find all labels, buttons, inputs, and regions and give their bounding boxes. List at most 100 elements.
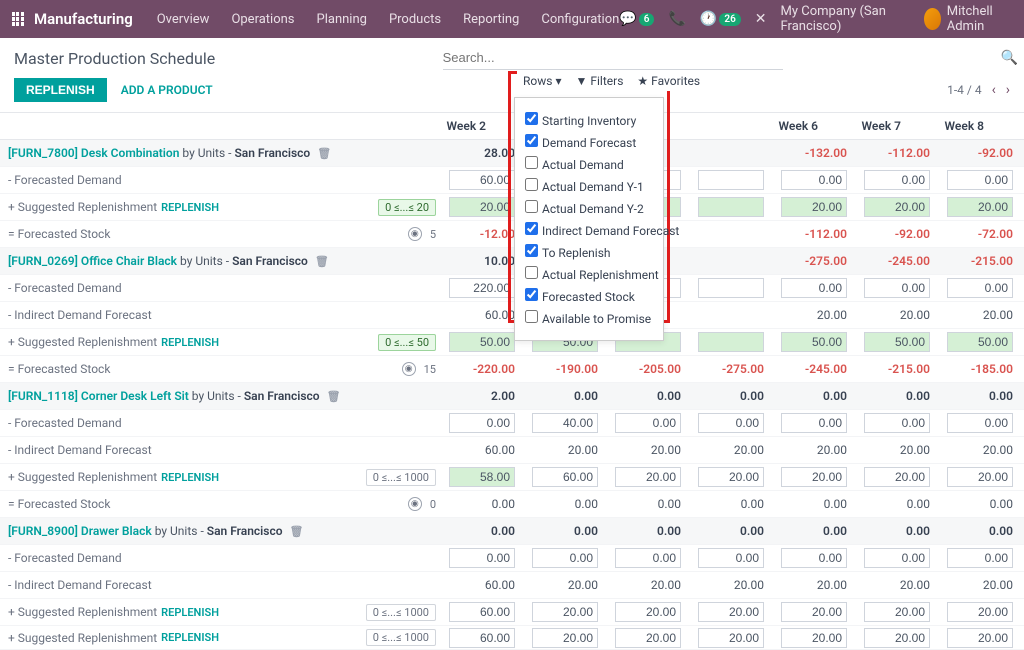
cell-input[interactable] (449, 197, 515, 217)
dropdown-row-option[interactable]: Actual Demand (525, 156, 653, 172)
cell-input[interactable] (947, 467, 1013, 487)
product-link[interactable]: [FURN_0269] Office Chair Black (8, 254, 177, 268)
trash-icon[interactable]: 🗑 (290, 525, 304, 538)
cell-input[interactable] (864, 467, 930, 487)
product-link[interactable]: [FURN_8900] Drawer Black (8, 524, 152, 538)
nav-configuration[interactable]: Configuration (541, 12, 619, 27)
dropdown-row-option[interactable]: To Replenish (525, 244, 653, 260)
dropdown-row-option[interactable]: Starting Inventory (525, 112, 653, 128)
dropdown-row-option[interactable]: Demand Forecast (525, 134, 653, 150)
cell-input[interactable] (947, 170, 1013, 190)
rows-dropdown[interactable]: Rows ▾ (523, 74, 561, 88)
trash-icon[interactable]: 🗑 (315, 255, 329, 268)
cell-input[interactable] (449, 628, 515, 648)
cell-input[interactable] (947, 332, 1013, 352)
cell-input[interactable] (532, 413, 598, 433)
cell-input[interactable] (615, 602, 681, 622)
cell-input[interactable] (781, 413, 847, 433)
cell-input[interactable] (781, 628, 847, 648)
phone-icon[interactable]: 📞 (668, 11, 685, 27)
cell-input[interactable] (449, 602, 515, 622)
company-selector[interactable]: My Company (San Francisco) (781, 4, 911, 34)
dropdown-row-option[interactable]: Actual Replenishment (525, 266, 653, 282)
cell-input[interactable] (781, 602, 847, 622)
dropdown-row-option[interactable]: Available to Promise (525, 310, 653, 326)
nav-overview[interactable]: Overview (157, 12, 210, 27)
cell-input[interactable] (864, 332, 930, 352)
product-link[interactable]: [FURN_7800] Desk Combination (8, 146, 179, 160)
pager-next[interactable]: › (1006, 82, 1010, 98)
cell-input[interactable] (615, 467, 681, 487)
cell-input[interactable] (864, 197, 930, 217)
pager-prev[interactable]: ‹ (992, 82, 996, 98)
cell-input[interactable] (698, 413, 764, 433)
replenish-inline-link[interactable]: REPLENISH (161, 606, 219, 619)
cell-input[interactable] (947, 413, 1013, 433)
replenish-range[interactable]: 0 ≤...≤ 20 (378, 199, 436, 216)
cell-input[interactable] (449, 278, 515, 298)
trash-icon[interactable]: 🗑 (327, 390, 341, 403)
cell-input[interactable] (781, 170, 847, 190)
replenish-inline-link[interactable]: REPLENISH (161, 201, 219, 214)
cell-input[interactable] (698, 332, 764, 352)
brand[interactable]: Manufacturing (34, 10, 133, 28)
replenish-inline-link[interactable]: REPLENISH (161, 471, 219, 484)
nav-planning[interactable]: Planning (317, 12, 367, 27)
cell-input[interactable] (864, 628, 930, 648)
cell-input[interactable] (947, 548, 1013, 568)
cell-input[interactable] (449, 170, 515, 190)
product-link[interactable]: [FURN_1118] Corner Desk Left Sit (8, 389, 189, 403)
dropdown-row-option[interactable]: Actual Demand Y-1 (525, 178, 653, 194)
search-icon[interactable]: 🔍 (1001, 50, 1018, 66)
filters-dropdown[interactable]: ▼ Filters (575, 74, 623, 88)
cell-input[interactable] (864, 278, 930, 298)
cell-input[interactable] (449, 332, 515, 352)
nav-products[interactable]: Products (389, 12, 441, 27)
cell-input[interactable] (532, 548, 598, 568)
cell-input[interactable] (698, 278, 764, 298)
replenish-range[interactable]: 0 ≤...≤ 1000 (366, 604, 436, 621)
cell-input[interactable] (615, 628, 681, 648)
cell-input[interactable] (615, 548, 681, 568)
cell-input[interactable] (864, 548, 930, 568)
apps-icon[interactable] (12, 12, 24, 26)
nav-reporting[interactable]: Reporting (463, 12, 519, 27)
cell-input[interactable] (947, 197, 1013, 217)
user-menu[interactable]: Mitchell Admin (924, 4, 1012, 34)
replenish-range[interactable]: 0 ≤...≤ 50 (378, 334, 436, 351)
cell-input[interactable] (449, 548, 515, 568)
replenish-range[interactable]: 0 ≤...≤ 1000 (366, 469, 436, 486)
close-icon[interactable]: ✕ (755, 11, 767, 27)
chat-icon[interactable]: 💬6 (619, 11, 654, 27)
cell-input[interactable] (947, 278, 1013, 298)
cell-input[interactable] (781, 278, 847, 298)
cell-input[interactable] (864, 170, 930, 190)
cell-input[interactable] (698, 170, 764, 190)
cell-input[interactable] (947, 602, 1013, 622)
favorites-dropdown[interactable]: ★ Favorites (637, 74, 700, 88)
dropdown-row-option[interactable]: Forecasted Stock (525, 288, 653, 304)
add-product-button[interactable]: ADD A PRODUCT (121, 83, 213, 97)
cell-input[interactable] (947, 628, 1013, 648)
cell-input[interactable] (864, 602, 930, 622)
cell-input[interactable] (864, 413, 930, 433)
cell-input[interactable] (781, 467, 847, 487)
cell-input[interactable] (781, 197, 847, 217)
cell-input[interactable] (532, 628, 598, 648)
cell-input[interactable] (698, 602, 764, 622)
dropdown-row-option[interactable]: Indirect Demand Forecast (525, 222, 653, 238)
activity-icon[interactable]: 🕐26 (700, 11, 741, 27)
cell-input[interactable] (781, 548, 847, 568)
cell-input[interactable] (698, 548, 764, 568)
cell-input[interactable] (532, 467, 598, 487)
cell-input[interactable] (698, 467, 764, 487)
cell-input[interactable] (781, 332, 847, 352)
cell-input[interactable] (532, 602, 598, 622)
nav-operations[interactable]: Operations (231, 12, 294, 27)
cell-input[interactable] (698, 628, 764, 648)
dropdown-row-option[interactable]: Actual Demand Y-2 (525, 200, 653, 216)
cell-input[interactable] (449, 467, 515, 487)
search-input[interactable] (443, 46, 783, 70)
replenish-button[interactable]: REPLENISH (14, 78, 107, 102)
cell-input[interactable] (449, 413, 515, 433)
